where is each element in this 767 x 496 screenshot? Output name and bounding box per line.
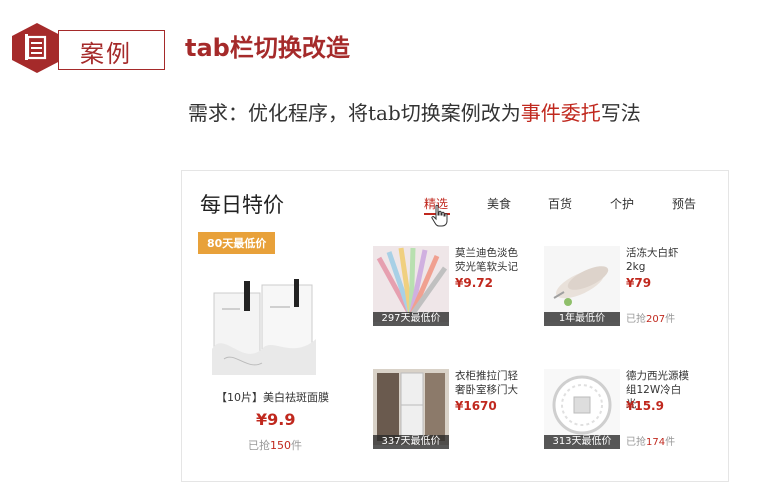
sold-suffix: 件 [665,437,676,448]
tab-personal-care[interactable]: 个护 [610,195,634,212]
featured-product-price: ¥9.9 [256,410,296,429]
product-name: 莫兰迪色淡色荧光笔软头记 [455,247,518,273]
featured-lowest-price-badge: 80天最低价 [198,232,276,254]
lowest-price-tag: 337天最低价 [373,435,449,449]
badge-label: 案例 [80,40,132,68]
product-image [373,369,449,445]
sold-suffix: 件 [291,439,302,452]
hand-pointer-icon [431,204,448,227]
sold-prefix: 已抢 [626,437,646,448]
tab-preview[interactable]: 预告 [672,195,696,212]
sold-prefix: 已抢 [248,439,270,452]
lowest-price-tag: 313天最低价 [544,435,620,449]
sold-prefix: 已抢 [626,314,646,325]
product-item-shrimp[interactable]: 1年最低价 活冻大白虾2kg ¥79 已抢207件 [544,246,704,326]
product-price: ¥9.72 [455,276,493,290]
sold-number: 207 [646,314,666,325]
requirement-suffix: 写法 [600,101,641,125]
product-image [373,246,449,322]
product-item-led-module[interactable]: 313天最低价 德力西光源模组12W冷白光 ¥15.9 已抢174件 [544,369,704,449]
requirement-prefix: 需求：优化程序，将tab切换案例改为 [188,101,521,125]
featured-product-name[interactable]: 【10片】美白祛斑面膜 [216,389,329,405]
featured-product-image[interactable] [204,279,344,389]
sold-suffix: 件 [665,314,676,325]
case-badge: 案例 [10,22,165,73]
product-image [544,369,620,445]
sold-number: 150 [270,439,291,452]
requirement-text: 需求：优化程序，将tab切换案例改为事件委托写法 [188,97,641,126]
lowest-price-tag: 297天最低价 [373,312,449,326]
product-item-wardrobe[interactable]: 337天最低价 衣柜推拉门轻奢卧室移门大 ¥1670 [373,369,533,449]
product-sold-count: 已抢174件 [626,433,675,448]
daily-deals-card: 每日特价 精选 美食 百货 个护 预告 80天最低价 【10片】美白祛斑面膜 ¥… [181,170,729,482]
product-sold-count: 已抢207件 [626,310,675,325]
tab-food[interactable]: 美食 [487,195,511,212]
product-name: 衣柜推拉门轻奢卧室移门大 [455,370,518,396]
card-title: 每日特价 [200,193,284,217]
requirement-highlight: 事件委托 [520,101,601,125]
product-name: 活冻大白虾2kg [626,247,679,273]
product-item-highlighter[interactable]: 297天最低价 莫兰迪色淡色荧光笔软头记 ¥9.72 [373,246,533,326]
product-price: ¥1670 [455,399,497,413]
document-icon [12,23,62,73]
lowest-price-tag: 1年最低价 [544,312,620,326]
product-image [544,246,620,322]
tab-groceries[interactable]: 百货 [548,195,572,212]
product-price: ¥15.9 [626,399,664,413]
sold-number: 174 [646,437,666,448]
page-title: tab栏切换改造 [185,34,350,62]
featured-sold-count: 已抢150件 [248,437,302,453]
product-price: ¥79 [626,276,652,290]
